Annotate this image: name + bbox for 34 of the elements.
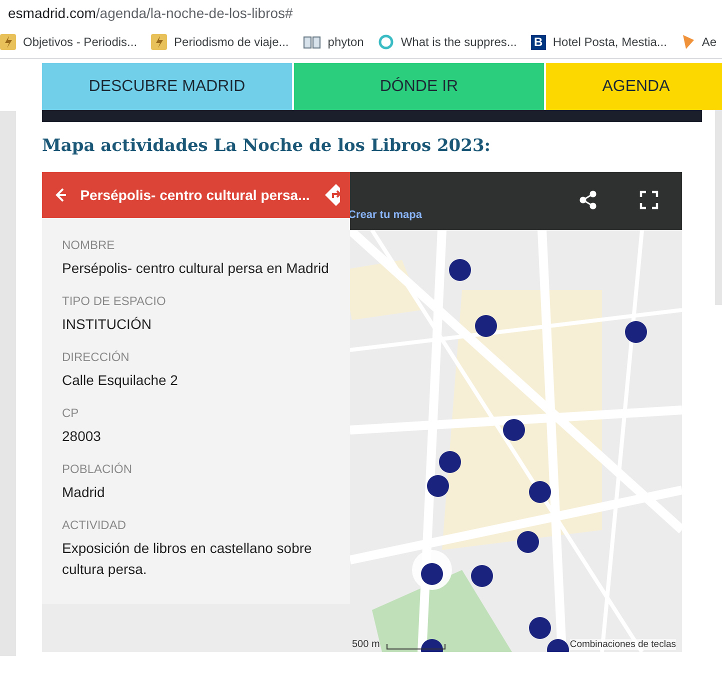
nav-tab[interactable]: DESCUBRE MADRID: [42, 63, 294, 110]
directions-icon[interactable]: [324, 183, 340, 207]
share-icon[interactable]: [578, 190, 598, 210]
field-value: INSTITUCIÓN: [62, 315, 152, 334]
field-value: Persépolis- centro cultural persa en Madrid: [62, 259, 330, 278]
shortcuts-link[interactable]: Combinaciones de teclas: [570, 639, 676, 650]
bookmark[interactable]: B Hotel Posta, Mestia...: [530, 34, 667, 50]
bookmark[interactable]: phyton: [302, 35, 364, 49]
bookmark[interactable]: Objetivos - Periodis...: [0, 34, 138, 50]
field-value: Exposición de libros en castellano sobre cultura persa.: [62, 539, 313, 579]
bookmark[interactable]: Periodismo de viaje...: [151, 34, 289, 50]
back-arrow-icon[interactable]: [54, 187, 66, 203]
bookmark[interactable]: Ae: [680, 34, 717, 50]
bookmark[interactable]: What is the suppres...: [378, 34, 517, 50]
logo-icon: B: [530, 34, 546, 50]
nav-tab[interactable]: DÓNDE IR: [294, 63, 546, 110]
field-value: Calle Esquilache 2: [62, 371, 179, 390]
field-label: ACTIVIDAD: [62, 518, 128, 532]
field-label: NOMBRE: [62, 238, 116, 252]
scale-bar-icon: [386, 644, 446, 650]
field-label: TIPO DE ESPACIO: [62, 294, 167, 308]
field-label: DIRECCIÓN: [62, 350, 130, 364]
address-bar[interactable]: esmadrid.com/agenda/la-noche-de-los-libros#: [8, 5, 293, 21]
scale-label: 500 m: [352, 639, 380, 650]
nav-tab[interactable]: AGENDA: [546, 63, 722, 110]
field-value: Madrid: [62, 483, 106, 502]
place-title: Persépolis- centro cultural persa...: [80, 187, 310, 203]
ring-icon: [378, 34, 394, 50]
fullscreen-icon[interactable]: [639, 190, 659, 210]
field-label: POBLACIÓN: [62, 462, 134, 476]
scrollbar[interactable]: [715, 110, 722, 305]
section-heading: Mapa actividades La Noche de los Libros 2023:: [42, 136, 492, 156]
field-value: 28003: [62, 427, 102, 446]
field-label: CP: [62, 406, 80, 420]
